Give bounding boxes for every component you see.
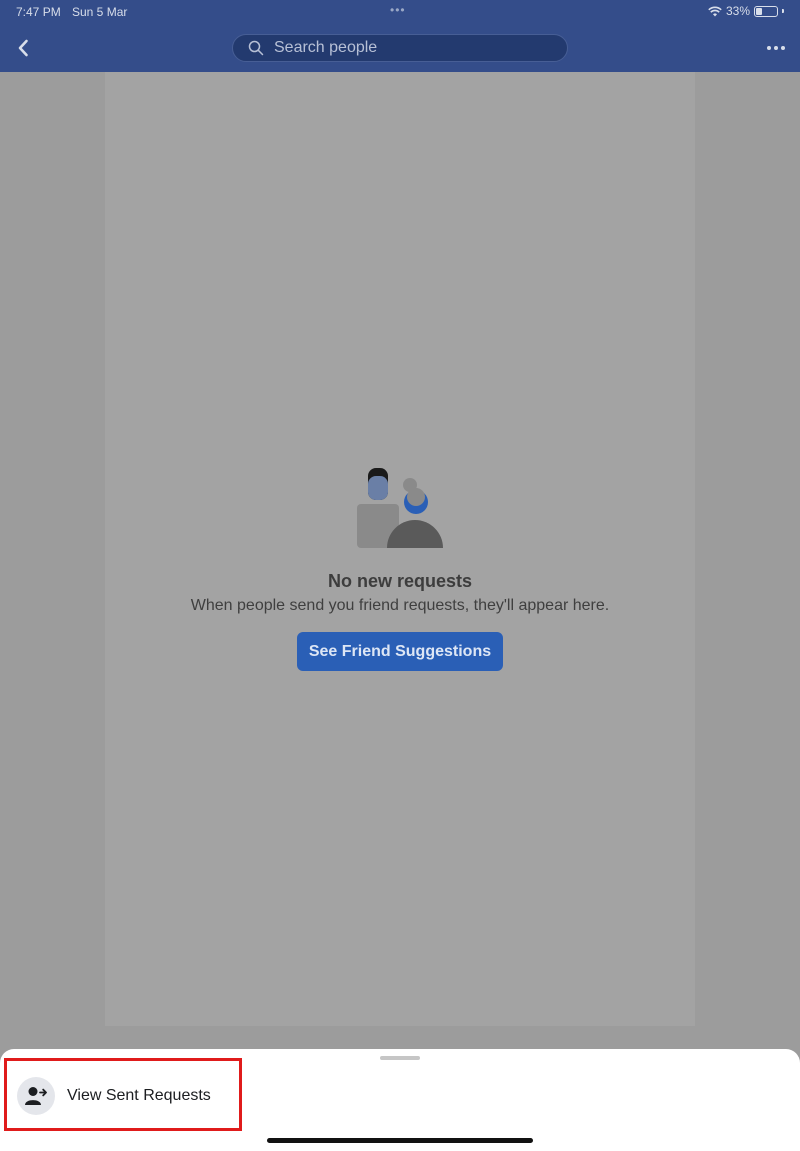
- see-friend-suggestions-button[interactable]: See Friend Suggestions: [297, 632, 503, 671]
- status-bar: 7:47 PM Sun 5 Mar ••• 33%: [0, 0, 800, 24]
- friends-illustration: [357, 468, 443, 548]
- wifi-icon: [708, 6, 722, 16]
- empty-state-subtitle: When people send you friend requests, th…: [190, 597, 610, 614]
- battery-icon: [754, 5, 778, 17]
- more-button[interactable]: [762, 38, 790, 58]
- more-dot: [774, 46, 778, 50]
- home-indicator[interactable]: [267, 1138, 533, 1143]
- status-date: Sun 5 Mar: [72, 5, 128, 19]
- status-right: 33%: [708, 4, 784, 18]
- battery-percent: 33%: [725, 4, 750, 18]
- view-sent-requests-label: View Sent Requests: [67, 1087, 211, 1104]
- chevron-left-icon: [18, 39, 28, 57]
- back-button[interactable]: [10, 34, 36, 62]
- more-horizontal-icon: [767, 46, 771, 50]
- multitasking-dots-icon[interactable]: •••: [390, 3, 406, 17]
- status-time: 7:47 PM: [16, 5, 61, 19]
- more-dot: [781, 46, 785, 50]
- search-bar[interactable]: [232, 34, 568, 62]
- sent-requests-icon-circle: [17, 1077, 55, 1115]
- view-sent-requests-button[interactable]: View Sent Requests: [4, 1058, 242, 1131]
- empty-state-title: No new requests: [327, 571, 473, 591]
- search-input[interactable]: [274, 39, 554, 57]
- search-icon: [248, 40, 264, 56]
- content-panel: [105, 72, 695, 1026]
- bottom-sheet: View Sent Requests: [0, 1049, 800, 1151]
- top-bar: 7:47 PM Sun 5 Mar ••• 33%: [0, 0, 800, 72]
- person-add-icon: [25, 1087, 47, 1105]
- battery-tip: [782, 9, 784, 13]
- sheet-grabber[interactable]: [380, 1056, 420, 1060]
